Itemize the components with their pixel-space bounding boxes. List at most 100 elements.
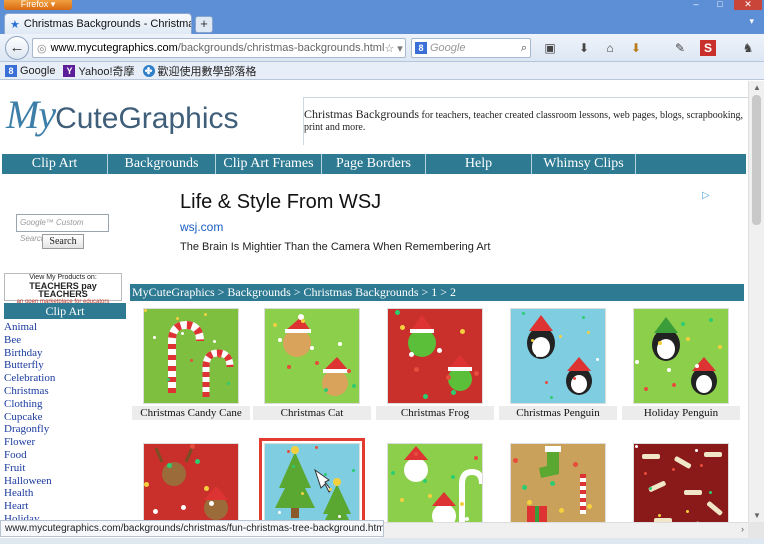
scroll-up-icon[interactable]: ▲	[749, 83, 764, 92]
tile-christmas-candy-cane[interactable]: Christmas Candy Cane	[132, 308, 250, 420]
category-link[interactable]: Heart	[4, 500, 126, 513]
tab-christmas-backgrounds[interactable]: ★ Christmas Backgrounds - Christmas B...…	[4, 13, 192, 34]
tile-christmas-cat[interactable]: Christmas Cat	[253, 308, 371, 420]
bookmark-math-blog[interactable]: ✤ 歡迎使用數學部落格	[142, 63, 257, 79]
tile-reindeer-background[interactable]	[132, 443, 250, 522]
screenshot-icon[interactable]: ▣	[542, 40, 558, 56]
category-link[interactable]: Bee	[4, 334, 126, 347]
tile-caption[interactable]: Christmas Frog	[376, 406, 494, 420]
nav-whimsy-clips[interactable]: Whimsy Clips	[532, 154, 636, 174]
category-link[interactable]: Health	[4, 487, 126, 500]
nav-clip-art-frames[interactable]: Clip Art Frames	[216, 154, 322, 174]
search-button[interactable]: Search	[42, 234, 84, 249]
addon-s-icon[interactable]: S	[700, 40, 716, 56]
decor-dot	[573, 377, 576, 380]
thumb-stocking[interactable]	[510, 443, 606, 522]
google-engine-icon[interactable]: 8	[415, 42, 427, 54]
category-link[interactable]: Birthday	[4, 347, 126, 360]
nav-backgrounds[interactable]: Backgrounds	[108, 154, 216, 174]
category-link[interactable]: Fruit	[4, 462, 126, 475]
extensions-icon[interactable]: ♞	[740, 40, 756, 56]
decor-dot	[474, 456, 478, 460]
home-icon[interactable]: ⌂	[602, 40, 618, 56]
category-link[interactable]: Food	[4, 449, 126, 462]
thumb-christmas-tree[interactable]	[259, 438, 365, 522]
close-window-button[interactable]: ✕	[734, 0, 762, 10]
breadcrumb[interactable]: MyCuteGraphics > Backgrounds > Christmas…	[130, 284, 744, 301]
magnifier-icon[interactable]: ⌕	[521, 42, 527, 55]
maximize-button[interactable]: □	[708, 0, 732, 10]
category-link[interactable]: Dragonfly	[4, 423, 126, 436]
site-logo[interactable]: MyCuteGraphics	[6, 91, 246, 149]
decor-dot	[695, 449, 698, 452]
tools-icon[interactable]: ✎	[672, 40, 688, 56]
scroll-down-icon[interactable]: ▼	[749, 511, 764, 520]
bookmark-yahoo[interactable]: Y Yahoo!奇摩	[63, 63, 135, 79]
decor-dot	[204, 486, 209, 491]
thumb-holiday-penguin[interactable]	[633, 308, 729, 404]
decor-dot	[658, 341, 662, 345]
thumb-penguin[interactable]	[510, 308, 606, 404]
ad-url[interactable]: wsj.com	[180, 220, 720, 234]
nav-help[interactable]: Help	[426, 154, 532, 174]
firefox-menu-button[interactable]: Firefox ▾	[4, 0, 72, 10]
minimize-button[interactable]: –	[684, 0, 708, 10]
vertical-scrollbar[interactable]: ▲ ▼	[748, 81, 764, 522]
tile-bone-background[interactable]	[622, 443, 740, 522]
ad-block[interactable]: Life & Style From WSJ wsj.com The Brain …	[180, 191, 720, 261]
download-helper-icon[interactable]: ⬇	[628, 40, 644, 56]
download-icon[interactable]: ⬇	[576, 40, 592, 56]
decor-dot	[190, 359, 193, 362]
bookmark-google[interactable]: 8 Google	[5, 64, 55, 77]
tile-christmas-penguin[interactable]: Christmas Penguin	[499, 308, 617, 420]
site-search-input[interactable]: Google™ Custom Search	[16, 214, 109, 243]
tile-christmas-frog[interactable]: Christmas Frog	[376, 308, 494, 420]
search-bar[interactable]: 8 Google ⌕	[411, 38, 531, 58]
new-tab-button[interactable]: +	[195, 16, 213, 33]
thumb-snowman[interactable]	[387, 443, 483, 522]
scroll-right-icon[interactable]: ›	[741, 524, 744, 534]
category-link[interactable]: Halloween	[4, 475, 126, 488]
tile-snowman-background[interactable]	[376, 443, 494, 522]
thumb-bones[interactable]	[633, 443, 729, 522]
tile-holiday-penguin[interactable]: Holiday Penguin	[622, 308, 740, 420]
firefox-menu-label: Firefox	[20, 0, 49, 9]
tile-caption[interactable]: Holiday Penguin	[622, 406, 740, 420]
category-link[interactable]: Butterfly	[4, 359, 126, 372]
candy-cane-art	[168, 320, 234, 397]
nav-clip-art[interactable]: Clip Art	[2, 154, 108, 174]
url-bar[interactable]: ◎ www.mycutegraphics.com/backgrounds/chr…	[32, 38, 406, 58]
decor-dot	[287, 450, 290, 453]
category-link[interactable]: Cupcake	[4, 411, 126, 424]
decor-dot	[181, 332, 184, 335]
back-button[interactable]: ←	[5, 36, 29, 60]
teachers-pay-teachers-badge[interactable]: View My Products on: TEACHERS pay TEACHE…	[4, 273, 122, 305]
adchoices-icon[interactable]: ▷	[702, 190, 712, 201]
category-link[interactable]: Celebration	[4, 372, 126, 385]
decor-dot	[347, 369, 351, 373]
thumb-candy-cane[interactable]	[143, 308, 239, 404]
category-link[interactable]: Clothing	[4, 398, 126, 411]
list-all-tabs-icon[interactable]: ▾	[749, 16, 754, 27]
ad-title[interactable]: Life & Style From WSJ	[180, 191, 720, 214]
decor-dot	[465, 517, 469, 521]
horizontal-scrollbar[interactable]: ›	[380, 522, 748, 538]
nav-page-borders[interactable]: Page Borders	[322, 154, 426, 174]
decor-dot	[587, 504, 592, 509]
thumb-frog[interactable]	[387, 308, 483, 404]
category-link[interactable]: Flower	[4, 436, 126, 449]
bookmark-star-icon[interactable]: ☆▾↻	[384, 42, 405, 55]
tile-caption[interactable]: Christmas Candy Cane	[132, 406, 250, 420]
tile-fun-christmas-tree[interactable]	[253, 438, 371, 522]
scroll-thumb[interactable]	[752, 95, 761, 225]
decor-dot	[587, 331, 590, 334]
thumb-cat[interactable]	[264, 308, 360, 404]
decor-dot	[204, 313, 207, 316]
category-link[interactable]: Animal	[4, 321, 126, 334]
tile-caption[interactable]: Christmas Cat	[253, 406, 371, 420]
category-link[interactable]: Christmas	[4, 385, 126, 398]
tile-caption[interactable]: Christmas Penguin	[499, 406, 617, 420]
decor-dot	[545, 381, 548, 384]
thumb-reindeer[interactable]	[143, 443, 239, 522]
tile-stocking-background[interactable]	[499, 443, 617, 522]
